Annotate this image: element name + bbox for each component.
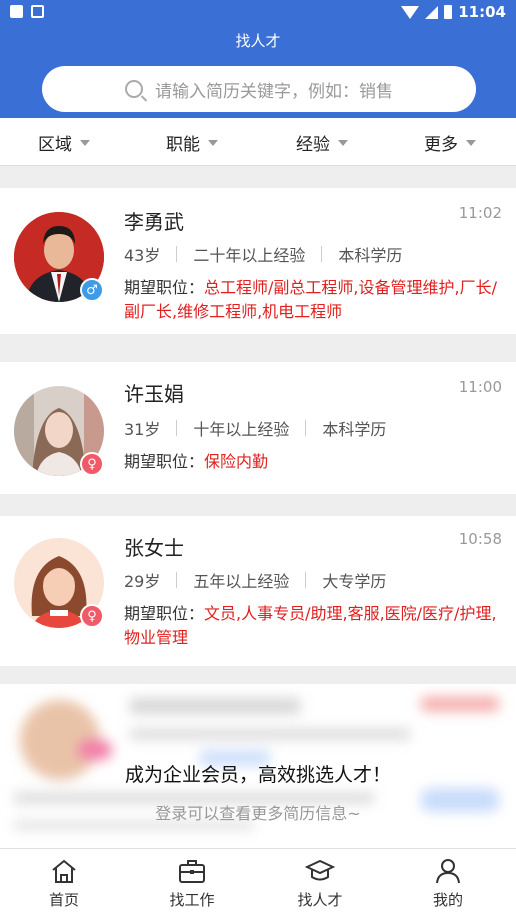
filter-region[interactable]: 区域 (38, 130, 90, 155)
candidate-job: 期望职位：保险内勤 (124, 450, 502, 474)
signal-icon (425, 5, 439, 19)
divider (176, 420, 178, 436)
wifi-icon (401, 5, 420, 19)
candidate-experience: 十年以上经验 (193, 420, 290, 439)
candidate-card[interactable]: ♀ 张女士 10:58 29岁 五年以上经验 大专学历 期望职位：文员,人事专员… (0, 516, 516, 666)
notification-icon (10, 5, 23, 18)
candidate-meta: 43岁 二十年以上经验 本科学历 (124, 242, 402, 266)
candidate-name: 张女士 (124, 536, 184, 560)
tab-find-job[interactable]: 找工作 (152, 857, 232, 910)
bottom-nav: 首页 找工作 找人才 我的 (0, 848, 516, 916)
candidate-meta: 29岁 五年以上经验 大专学历 (124, 568, 386, 592)
tab-home[interactable]: 首页 (24, 857, 104, 910)
filter-bar: 区域 职能 经验 更多 (0, 118, 516, 166)
chevron-down-icon (208, 139, 218, 146)
divider (321, 246, 323, 262)
candidate-experience: 五年以上经验 (193, 572, 290, 591)
chevron-down-icon (338, 139, 348, 146)
tab-mine[interactable]: 我的 (408, 857, 488, 910)
user-icon (436, 859, 460, 884)
briefcase-icon (179, 860, 205, 883)
divider (305, 420, 307, 436)
candidate-education: 本科学历 (322, 420, 387, 439)
tab-label: 我的 (432, 891, 463, 909)
candidate-education: 大专学历 (322, 572, 387, 591)
chevron-down-icon (466, 139, 476, 146)
search-input[interactable]: 请输入简历关键字，例如：销售 (42, 66, 476, 112)
job-value: 保险内勤 (204, 452, 269, 471)
divider (176, 246, 178, 262)
filter-function[interactable]: 职能 (166, 130, 218, 155)
male-icon: ♂ (80, 278, 104, 302)
candidate-age: 43岁 (124, 246, 161, 265)
candidate-meta: 31岁 十年以上经验 本科学历 (124, 416, 386, 440)
female-icon: ♀ (80, 604, 104, 628)
candidate-education: 本科学历 (338, 246, 403, 265)
status-bar: 11:04 (0, 0, 516, 24)
candidate-time: 10:58 (458, 530, 502, 548)
candidate-card[interactable]: ♀ 许玉娟 11:00 31岁 十年以上经验 本科学历 期望职位：保险内勤 (0, 362, 516, 494)
candidate-name: 许玉娟 (124, 382, 184, 406)
status-time: 11:04 (458, 3, 506, 21)
chevron-down-icon (80, 139, 90, 146)
female-icon: ♀ (80, 452, 104, 476)
login-prompt[interactable]: 登录可以查看更多简历信息~ (0, 800, 516, 824)
app-notification-icon (31, 5, 44, 18)
search-placeholder: 请输入简历关键字，例如：销售 (155, 81, 393, 102)
candidate-time: 11:02 (458, 204, 502, 222)
filter-label: 经验 (296, 135, 330, 155)
filter-experience[interactable]: 经验 (296, 130, 348, 155)
job-label: 期望职位： (124, 278, 205, 297)
page-title: 找人才 (235, 32, 281, 50)
filter-label: 更多 (424, 135, 458, 155)
candidate-age: 31岁 (124, 420, 161, 439)
candidate-time: 11:00 (458, 378, 502, 396)
battery-icon (444, 5, 453, 19)
candidate-card[interactable]: ♂ 李勇武 11:02 43岁 二十年以上经验 本科学历 期望职位：总工程师/副… (0, 188, 516, 334)
home-icon (52, 859, 76, 883)
filter-label: 区域 (38, 135, 72, 155)
tab-label: 找人才 (297, 891, 343, 909)
tab-label: 首页 (48, 891, 79, 909)
candidate-name: 李勇武 (124, 210, 184, 234)
candidate-job: 期望职位：总工程师/副总工程师,设备管理维护,厂长/副厂长,维修工程师,机电工程… (124, 276, 502, 324)
graduation-cap-icon (305, 859, 335, 881)
membership-promo-headline: 成为企业会员，高效挑选人才！ (124, 764, 391, 786)
divider (176, 572, 178, 588)
candidate-age: 29岁 (124, 572, 161, 591)
job-label: 期望职位： (124, 452, 205, 471)
candidate-experience: 二十年以上经验 (193, 246, 306, 265)
tab-find-talent[interactable]: 找人才 (280, 857, 360, 910)
job-label: 期望职位： (124, 604, 205, 623)
divider (305, 572, 307, 588)
filter-label: 职能 (166, 135, 200, 155)
search-icon (125, 80, 143, 98)
candidate-job: 期望职位：文员,人事专员/助理,客服,医院/医疗/护理,物业管理 (124, 602, 502, 650)
tab-label: 找工作 (169, 891, 215, 909)
filter-more[interactable]: 更多 (424, 130, 476, 155)
